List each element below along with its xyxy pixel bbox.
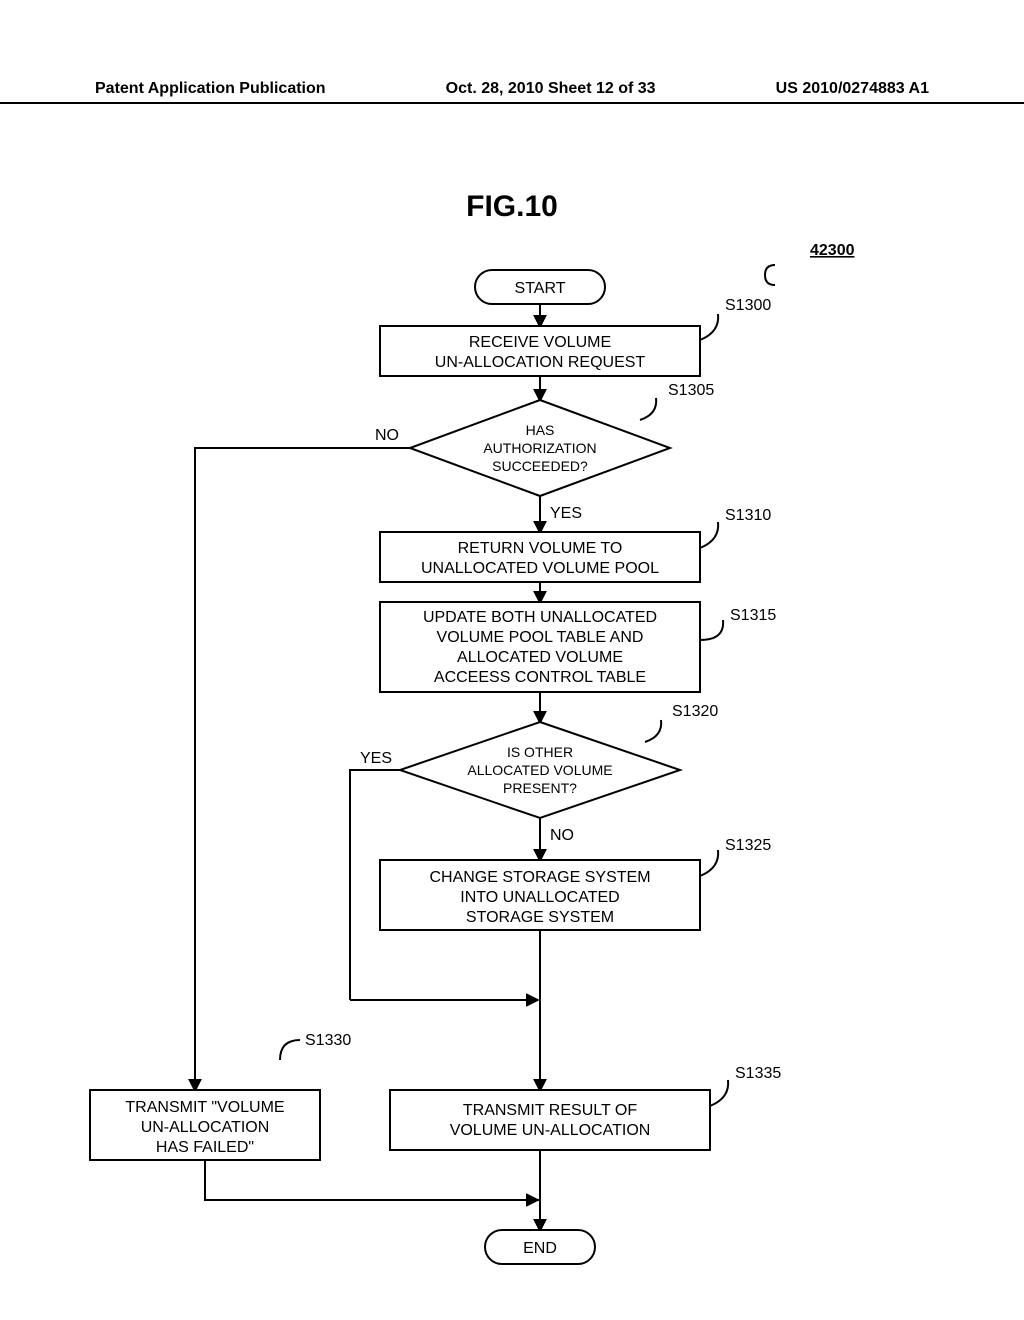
end-label: END [523,1240,557,1257]
s1305-ref: S1305 [668,382,714,399]
s1305-no: NO [375,427,399,444]
page-header: Patent Application Publication Oct. 28, … [0,80,1024,104]
s1320-l2: ALLOCATED VOLUME [467,762,612,778]
s1310-l2: UNALLOCATED VOLUME POOL [421,560,659,577]
header-center: Oct. 28, 2010 Sheet 12 of 33 [446,80,656,98]
s1310-ref: S1310 [725,507,771,524]
s1315-ref: S1315 [730,607,776,624]
s1315-l1: UPDATE BOTH UNALLOCATED [423,609,657,626]
flowchart: 42300 START RECEIVE VOLUME UN-ALLOCATION… [80,240,944,1300]
proc-ref: 42300 [810,242,855,259]
step-s1335 [390,1090,710,1150]
s1300-l1: RECEIVE VOLUME [469,334,611,351]
s1305-yes: YES [550,505,582,522]
s1300-ref: S1300 [725,297,771,314]
s1330-ref: S1330 [305,1032,351,1049]
s1320-l3: PRESENT? [503,780,577,796]
s1315-l2: VOLUME POOL TABLE AND [437,629,644,646]
figure-title: FIG.10 [0,190,1024,224]
s1320-yes: YES [360,750,392,767]
s1335-l1: TRANSMIT RESULT OF [463,1102,637,1119]
s1335-ref: S1335 [735,1065,781,1082]
s1335-l2: VOLUME UN-ALLOCATION [450,1122,651,1139]
s1310-l1: RETURN VOLUME TO [458,540,623,557]
s1300-l2: UN-ALLOCATION REQUEST [435,354,646,371]
s1330-l2: UN-ALLOCATION [141,1119,270,1136]
s1305-l1: HAS [526,422,555,438]
s1330-l3: HAS FAILED" [156,1139,254,1156]
s1305-l3: SUCCEEDED? [492,458,588,474]
s1320-ref: S1320 [672,703,718,720]
s1320-l1: IS OTHER [507,744,573,760]
s1315-l3: ALLOCATED VOLUME [457,649,623,666]
header-right: US 2010/0274883 A1 [776,80,929,98]
s1330-l1: TRANSMIT "VOLUME [125,1099,284,1116]
start-label: START [515,280,566,297]
s1325-ref: S1325 [725,837,771,854]
s1315-l4: ACCEESS CONTROL TABLE [434,669,646,686]
header-left: Patent Application Publication [95,80,326,98]
s1325-l2: INTO UNALLOCATED [460,889,619,906]
s1305-l2: AUTHORIZATION [483,440,596,456]
s1320-no: NO [550,827,574,844]
s1325-l3: STORAGE SYSTEM [466,909,614,926]
s1325-l1: CHANGE STORAGE SYSTEM [429,869,650,886]
